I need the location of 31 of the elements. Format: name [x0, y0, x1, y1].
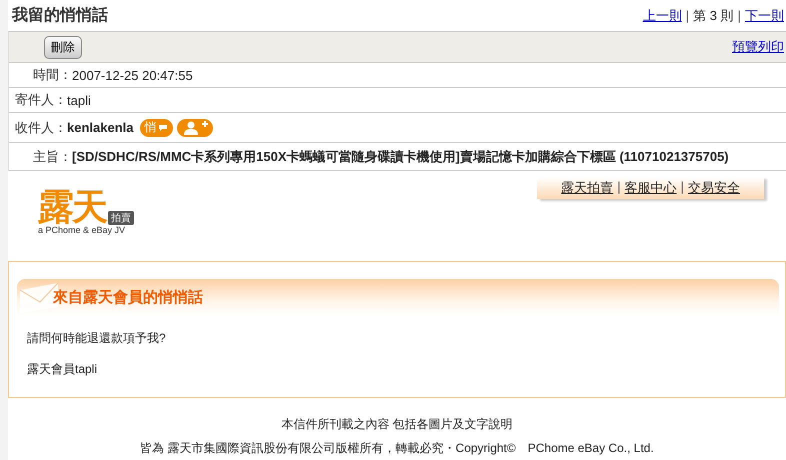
message-text: 露天會員tapli — [27, 361, 98, 378]
next-link[interactable]: 下一則 — [745, 6, 784, 24]
site-link[interactable]: 客服中心 — [624, 179, 677, 197]
field-value: kenlakenla — [67, 120, 134, 135]
field-label: 時間： — [33, 66, 72, 84]
delete-button[interactable]: 刪除 — [44, 36, 82, 58]
logo-wordmark: 露天 — [38, 189, 106, 225]
site-link[interactable]: 露天拍賣 — [561, 179, 614, 197]
site-link[interactable]: 交易安全 — [688, 179, 740, 197]
print-preview-link[interactable]: 預覽列印 — [732, 38, 784, 56]
field-value: 2007-12-25 20:47:55 — [72, 68, 193, 82]
field-value: tapli — [67, 92, 91, 108]
message-heading: 來自露天會員的悄悄話 — [53, 288, 203, 307]
separator: | — [617, 179, 621, 196]
separator: | — [738, 8, 741, 23]
field-label: 收件人： — [15, 118, 67, 136]
page-number: 第 3 則 — [693, 6, 734, 24]
separator: | — [686, 8, 690, 23]
logo-tagline: a PChome & eBay JV — [38, 225, 126, 235]
logo-badge: 拍賣 — [108, 211, 134, 225]
separator: | — [680, 179, 684, 196]
message-text: 請問何時能退還款項予我? — [27, 330, 167, 347]
speech-bubble-icon — [158, 124, 168, 132]
field-label: 寄件人： — [15, 91, 67, 109]
page-title: 我留的悄悄話 — [12, 5, 108, 26]
prev-link[interactable]: 上一則 — [642, 6, 682, 24]
add-friend-icon[interactable] — [176, 118, 212, 136]
footer-text: 本信件所刊載之內容 包括各圖片及文字說明 — [280, 416, 514, 433]
field-value: [SD/SDHC/RS/MMC卡系列專用150X卡螞蟻可當隨身碟讀卡機使用]賣場記憶卡加購綜合下標區 (11071021375705) — [72, 148, 729, 166]
footer-text: 皆為 露天市集國際資訊股份有限公司版權所有，轉載必究・Copyright© PChome eBay Co., Ltd. — [139, 440, 655, 457]
field-label: 主旨： — [33, 148, 72, 166]
